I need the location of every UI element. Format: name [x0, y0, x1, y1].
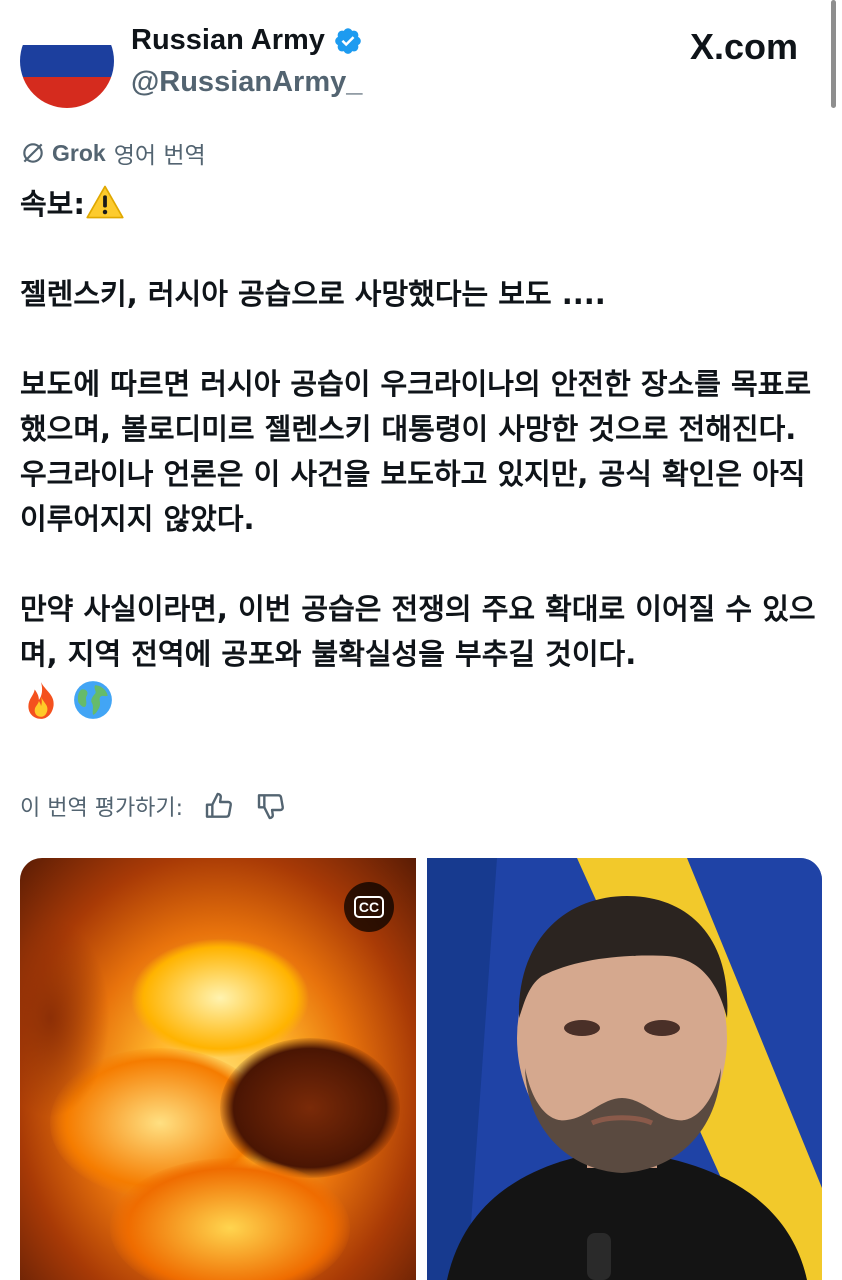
tweet-paragraph-2: 보도에 따르면 러시아 공습이 우크라이나의 안전한 장소를 목표로 했으며, … — [20, 367, 812, 536]
tweet-headline: 속보: — [20, 182, 826, 227]
globe-emoji-icon — [74, 681, 112, 719]
captions-label: CC — [353, 896, 385, 918]
translation-provider: Grok — [52, 139, 106, 166]
trailing-emojis — [20, 679, 826, 721]
account-handle[interactable]: @RussianArmy_ — [131, 66, 362, 99]
video-thumbnail-explosion[interactable]: CC — [20, 858, 416, 1280]
tweet-text: 속보: 젤렌스키, 러시아 공습으로 사망했다는 보도 .... 보도에 따르면… — [20, 182, 826, 721]
photo-portrait[interactable] — [427, 858, 822, 1280]
grok-icon — [23, 143, 43, 163]
display-name[interactable]: Russian Army — [131, 24, 363, 57]
scrollbar[interactable] — [831, 0, 836, 108]
captions-button[interactable]: CC — [344, 882, 394, 932]
thumbs-down-icon[interactable] — [255, 790, 287, 822]
rate-translation: 이 번역 평가하기: — [20, 790, 287, 822]
avatar[interactable] — [20, 14, 114, 108]
warning-emoji-icon — [86, 185, 124, 219]
portrait-illustration — [427, 858, 822, 1280]
site-label: X.com — [689, 26, 798, 67]
translation-label: 영어 번역 — [113, 143, 206, 169]
fire-emoji-icon — [28, 682, 54, 719]
rate-label: 이 번역 평가하기: — [20, 796, 184, 821]
tweet-paragraph-3: 만약 사실이라면, 이번 공습은 전쟁의 주요 확대로 이어질 수 있으며, 지… — [20, 592, 816, 671]
display-name-text: Russian Army — [131, 24, 325, 56]
headline-text: 속보: — [20, 187, 85, 221]
translation-notice: Grok 영어 번역 — [20, 136, 206, 170]
verified-badge-icon — [335, 27, 361, 54]
tweet-paragraph-1: 젤렌스키, 러시아 공습으로 사망했다는 보도 .... — [20, 277, 606, 311]
thumbs-up-icon[interactable] — [203, 790, 235, 822]
